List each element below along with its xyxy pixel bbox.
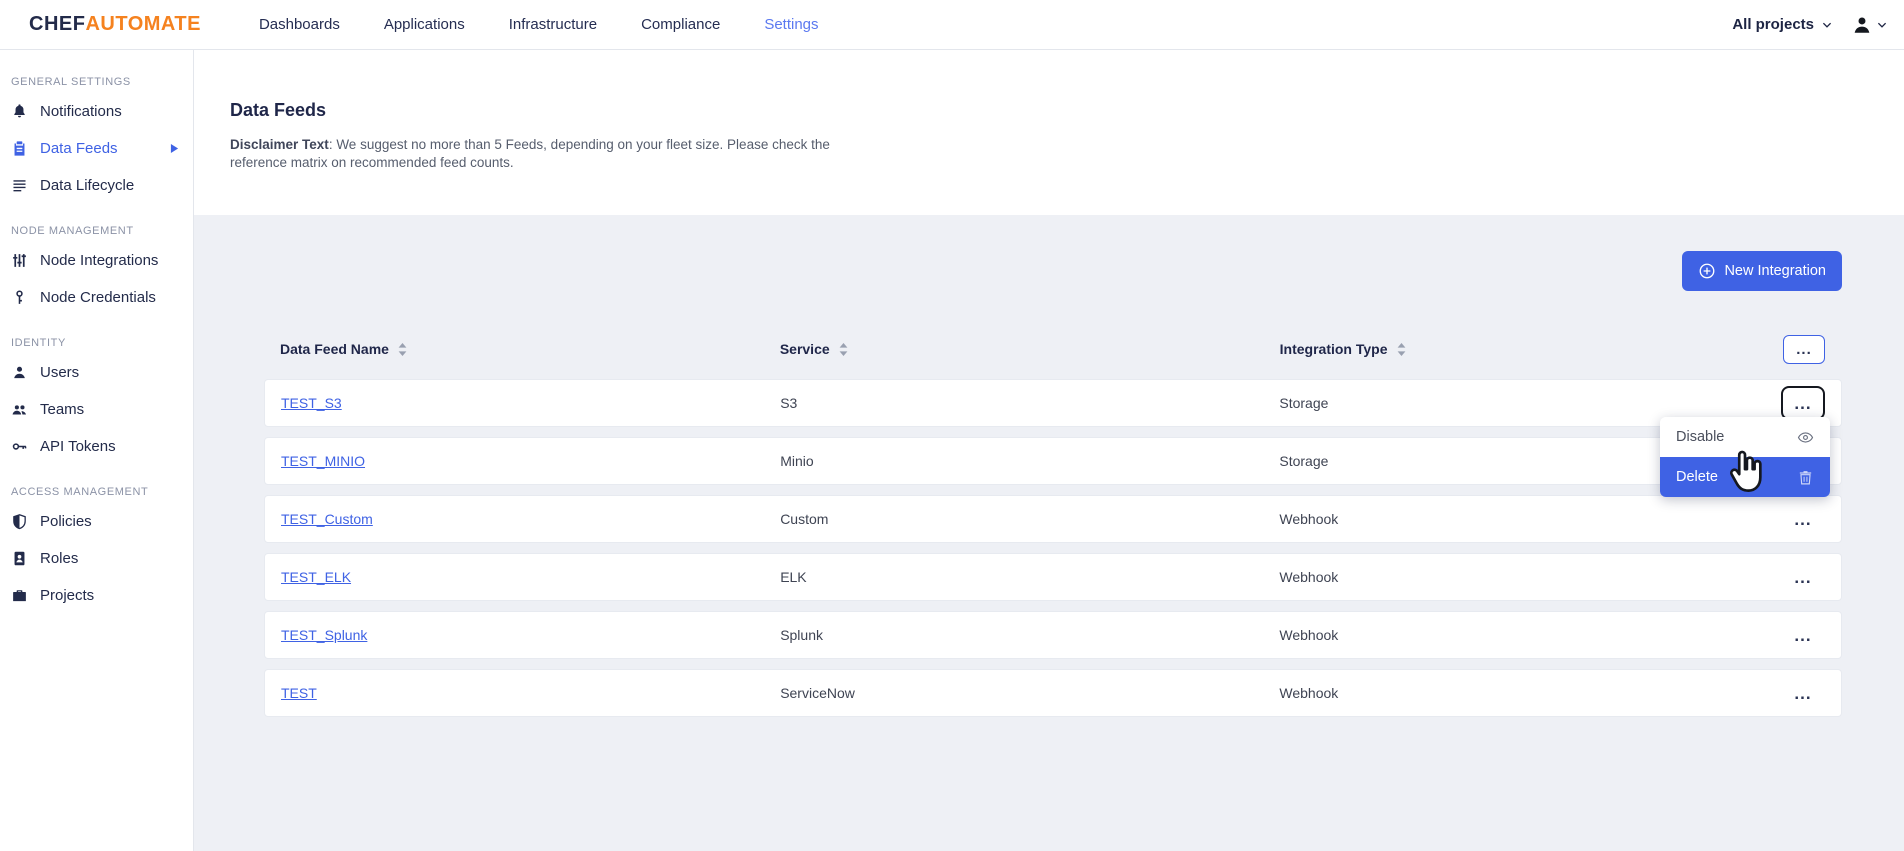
eye-icon: [1797, 429, 1814, 446]
key-icon: [11, 438, 28, 455]
data-feed-link[interactable]: TEST_MINIO: [281, 453, 365, 469]
sidebar-item-teams[interactable]: Teams: [0, 391, 193, 428]
main-panel: Data Feeds Disclaimer Text: We suggest n…: [194, 50, 1904, 851]
disclaimer-text: Disclaimer Text: We suggest no more than…: [230, 136, 848, 172]
page-header: Data Feeds Disclaimer Text: We suggest n…: [194, 50, 1904, 215]
nav-infrastructure[interactable]: Infrastructure: [509, 16, 597, 33]
row-actions-button[interactable]: ...: [1784, 565, 1821, 590]
nav-settings[interactable]: Settings: [764, 16, 818, 33]
sort-data-feed-name-button[interactable]: [398, 343, 407, 356]
service-cell: Splunk: [780, 627, 1279, 643]
table-body: TEST_S3 S3 Storage ... TEST_MINIO Minio …: [264, 379, 1842, 717]
table-actions-button[interactable]: ...: [1783, 335, 1825, 364]
column-header-service: Service: [780, 341, 830, 357]
data-feed-link[interactable]: TEST_Custom: [281, 511, 373, 527]
clipboard-icon: [11, 140, 28, 157]
logo-automate-text: AUTOMATE: [85, 13, 200, 35]
trash-icon: [1797, 469, 1814, 486]
service-cell: ELK: [780, 569, 1279, 585]
integration-type-cell: Webhook: [1279, 627, 1765, 643]
service-cell: S3: [780, 395, 1279, 411]
sidebar-item-notifications[interactable]: Notifications: [0, 93, 193, 130]
settings-sidebar: GENERAL SETTINGS Notifications Data Feed…: [0, 50, 194, 851]
key-vertical-icon: [11, 289, 28, 306]
sidebar-item-roles[interactable]: Roles: [0, 540, 193, 577]
sort-integration-type-button[interactable]: [1397, 343, 1406, 356]
section-access-management: ACCESS MANAGEMENT: [0, 486, 193, 503]
integration-type-cell: Storage: [1279, 395, 1765, 411]
table-row: TEST ServiceNow Webhook ...: [264, 669, 1842, 717]
service-cell: Minio: [780, 453, 1279, 469]
sidebar-item-api-tokens[interactable]: API Tokens: [0, 428, 193, 465]
table-row: TEST_Custom Custom Webhook ...: [264, 495, 1842, 543]
data-feed-link[interactable]: TEST: [281, 685, 317, 701]
projects-filter[interactable]: All projects: [1732, 16, 1833, 33]
column-header-data-feed-name: Data Feed Name: [280, 341, 389, 357]
service-cell: Custom: [780, 511, 1279, 527]
projects-filter-label: All projects: [1732, 16, 1814, 33]
table-row: TEST_Splunk Splunk Webhook ...: [264, 611, 1842, 659]
chevron-down-icon: [1876, 19, 1888, 31]
logo-chef-text: CHEF: [29, 13, 85, 35]
table-row: TEST_S3 S3 Storage ...: [264, 379, 1842, 427]
section-node-management: NODE MANAGEMENT: [0, 225, 193, 242]
data-feed-link[interactable]: TEST_Splunk: [281, 627, 367, 643]
primary-nav: Dashboards Applications Infrastructure C…: [259, 16, 863, 33]
submenu-caret-icon: [166, 144, 183, 153]
briefcase-icon: [11, 587, 28, 604]
sort-service-button[interactable]: [839, 343, 848, 356]
sliders-icon: [11, 252, 28, 269]
table-row: TEST_MINIO Minio Storage ...: [264, 437, 1842, 485]
service-cell: ServiceNow: [780, 685, 1279, 701]
row-actions-button[interactable]: ...: [1781, 386, 1825, 420]
data-feed-link[interactable]: TEST_ELK: [281, 569, 351, 585]
chef-automate-logo[interactable]: CHEFAUTOMATE: [29, 13, 201, 36]
integration-type-cell: Webhook: [1279, 511, 1765, 527]
data-feeds-content: New Integration Data Feed Name Service I…: [194, 215, 1904, 851]
row-actions-button[interactable]: ...: [1784, 681, 1821, 706]
user-icon: [11, 364, 28, 381]
sidebar-item-data-lifecycle[interactable]: Data Lifecycle: [0, 167, 193, 204]
sidebar-item-users[interactable]: Users: [0, 354, 193, 391]
shield-icon: [11, 513, 28, 530]
data-feed-link[interactable]: TEST_S3: [281, 395, 342, 411]
row-actions-button[interactable]: ...: [1784, 507, 1821, 532]
table-row: TEST_ELK ELK Webhook ...: [264, 553, 1842, 601]
column-header-integration-type: Integration Type: [1280, 341, 1388, 357]
avatar-icon: [1851, 14, 1873, 36]
chevron-down-icon: [1821, 19, 1833, 31]
id-badge-icon: [11, 550, 28, 567]
integration-type-cell: Webhook: [1279, 685, 1765, 701]
users-icon: [11, 401, 28, 418]
section-identity: IDENTITY: [0, 337, 193, 354]
nav-dashboards[interactable]: Dashboards: [259, 16, 340, 33]
new-integration-button[interactable]: New Integration: [1682, 251, 1842, 291]
table-header-row: Data Feed Name Service Integration Type …: [264, 329, 1842, 369]
integration-type-cell: Webhook: [1279, 569, 1765, 585]
row-actions-button[interactable]: ...: [1784, 623, 1821, 648]
bell-icon: [11, 103, 28, 120]
page-title: Data Feeds: [230, 100, 1904, 121]
user-menu[interactable]: [1851, 14, 1888, 36]
sidebar-item-node-credentials[interactable]: Node Credentials: [0, 279, 193, 316]
sidebar-item-projects[interactable]: Projects: [0, 577, 193, 614]
sidebar-item-policies[interactable]: Policies: [0, 503, 193, 540]
sidebar-item-node-integrations[interactable]: Node Integrations: [0, 242, 193, 279]
lines-icon: [11, 177, 28, 194]
top-navigation: CHEFAUTOMATE Dashboards Applications Inf…: [0, 0, 1904, 50]
data-feeds-table: Data Feed Name Service Integration Type …: [264, 329, 1842, 717]
nav-compliance[interactable]: Compliance: [641, 16, 720, 33]
nav-applications[interactable]: Applications: [384, 16, 465, 33]
mouse-cursor-icon: [1722, 447, 1768, 499]
plus-circle-icon: [1698, 262, 1716, 280]
section-general-settings: GENERAL SETTINGS: [0, 76, 193, 93]
sidebar-item-data-feeds[interactable]: Data Feeds: [0, 130, 193, 167]
